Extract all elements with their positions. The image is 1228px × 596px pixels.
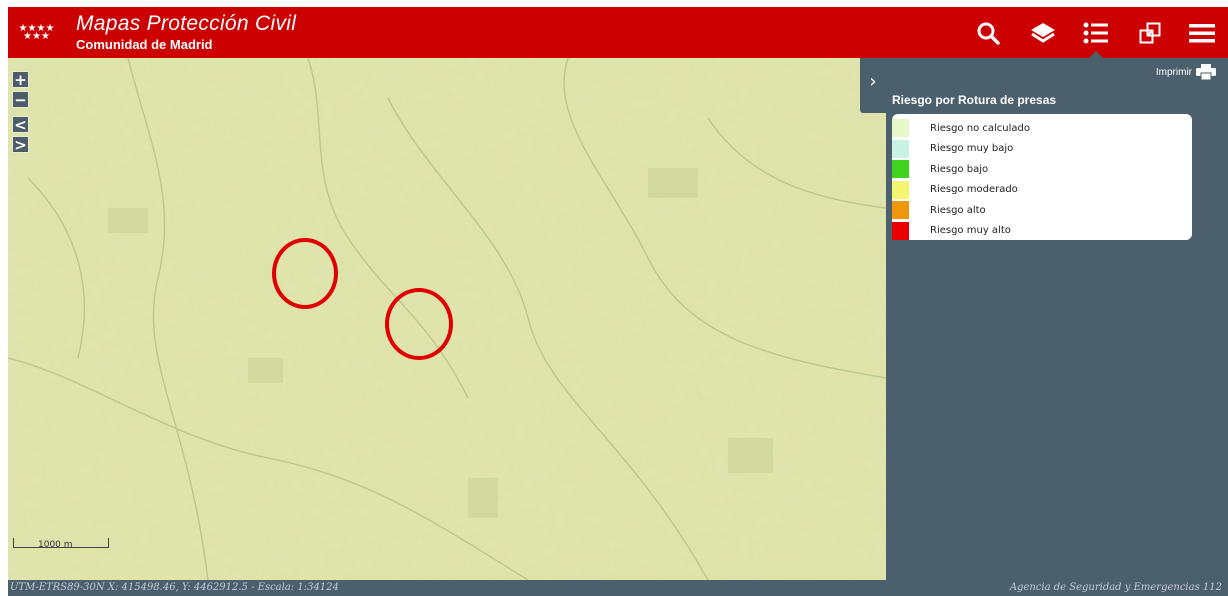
legend-label: Riesgo bajo bbox=[930, 163, 989, 175]
layers-icon bbox=[1031, 23, 1055, 43]
legend-box: Riesgo no calculado Riesgo muy bajo Riesgo… bbox=[892, 114, 1192, 240]
legend-list-icon bbox=[1083, 22, 1108, 44]
app-title: Mapas Protección Civil bbox=[76, 12, 297, 35]
layers-button[interactable] bbox=[1025, 15, 1061, 51]
legend-label: Riesgo muy bajo bbox=[930, 143, 1014, 155]
search-button[interactable] bbox=[970, 15, 1006, 51]
legend-item: Riesgo muy alto bbox=[892, 221, 1192, 242]
legend-button[interactable] bbox=[1078, 15, 1114, 51]
overview-map-icon bbox=[1139, 22, 1161, 44]
coordinates-readout: UTM-ETRS89-30N X: 415498.46, Y: 4462912.… bbox=[10, 582, 339, 593]
map-view[interactable]: + − < > 1000 m bbox=[8, 58, 886, 580]
satellite-imagery bbox=[8, 58, 886, 580]
legend-item: Riesgo no calculado bbox=[892, 118, 1192, 139]
menu-icon bbox=[1189, 24, 1215, 43]
previous-extent-button[interactable]: < bbox=[12, 116, 29, 134]
active-tool-indicator bbox=[1089, 51, 1103, 58]
legend-swatch bbox=[892, 139, 909, 158]
legend-swatch bbox=[892, 160, 909, 179]
legend-title: Riesgo por Rotura de presas bbox=[892, 93, 1057, 107]
legend-item: Riesgo muy bajo bbox=[892, 139, 1192, 160]
legend-swatch bbox=[892, 201, 909, 220]
zoom-out-button[interactable]: − bbox=[12, 91, 29, 109]
legend-label: Riesgo no calculado bbox=[930, 122, 1030, 134]
print-label: Imprimir bbox=[1155, 66, 1192, 78]
zoom-in-button[interactable]: + bbox=[12, 71, 29, 89]
legend-label: Riesgo alto bbox=[930, 204, 986, 216]
legend-label: Riesgo muy alto bbox=[930, 225, 1011, 237]
legend-item: Riesgo moderado bbox=[892, 180, 1192, 201]
madrid-stars-logo: ★ ★ ★ ★ ★ ★ ★ bbox=[18, 23, 56, 42]
legend-swatch bbox=[892, 221, 909, 240]
next-extent-button[interactable]: > bbox=[12, 136, 29, 154]
legend-panel: Imprimir Riesgo por Rotura de presas Rie… bbox=[886, 58, 1228, 580]
app-subtitle: Comunidad de Madrid bbox=[76, 37, 213, 52]
scale-label: 1000 m bbox=[38, 540, 73, 550]
search-icon bbox=[977, 22, 1000, 45]
app-window: ★ ★ ★ ★ ★ ★ ★ Mapas Protección Civil Comunida… bbox=[8, 7, 1228, 596]
legend-swatch bbox=[892, 180, 909, 199]
svg-text:★: ★ bbox=[23, 31, 32, 41]
svg-text:★: ★ bbox=[32, 31, 41, 41]
print-button[interactable]: Imprimir bbox=[1156, 64, 1216, 80]
svg-text:★: ★ bbox=[41, 31, 50, 41]
collapse-panel-button[interactable]: › bbox=[860, 58, 886, 113]
app-header: ★ ★ ★ ★ ★ ★ ★ Mapas Protección Civil Comunida… bbox=[8, 7, 1228, 58]
legend-item: Riesgo bajo bbox=[892, 159, 1192, 180]
legend-item: Riesgo alto bbox=[892, 200, 1192, 221]
legend-swatch bbox=[892, 119, 909, 138]
overview-map-button[interactable] bbox=[1132, 15, 1168, 51]
legend-label: Riesgo moderado bbox=[930, 184, 1018, 196]
agency-credit: Agencia de Seguridad y Emergencias 112 bbox=[1009, 582, 1222, 593]
main-menu-button[interactable] bbox=[1184, 15, 1220, 51]
printer-icon bbox=[1196, 64, 1216, 80]
status-bar: UTM-ETRS89-30N X: 415498.46, Y: 4462912.… bbox=[8, 580, 1228, 596]
